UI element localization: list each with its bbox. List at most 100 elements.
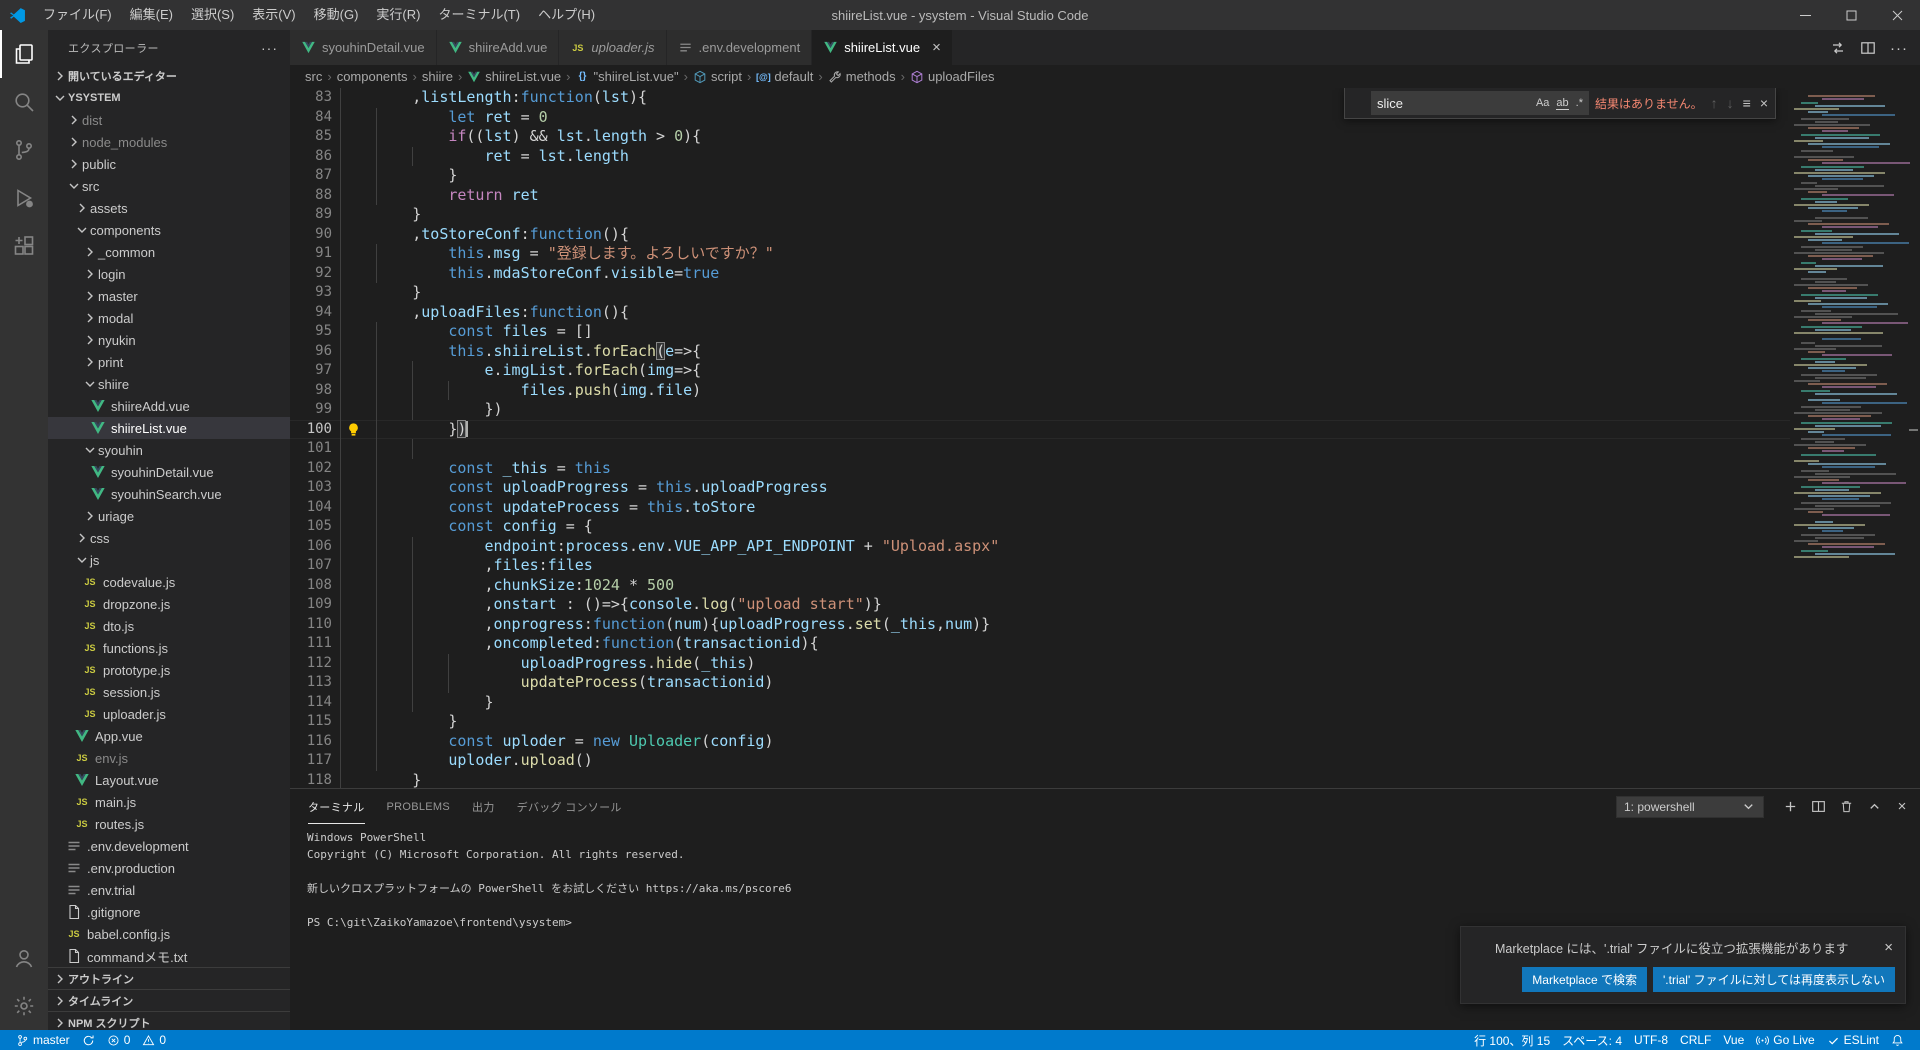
- activity-extensions[interactable]: [0, 222, 48, 270]
- code-line-114[interactable]: 114 }: [290, 693, 1790, 713]
- code-line-117[interactable]: 117 uploder.upload(): [290, 751, 1790, 771]
- tree-item[interactable]: public: [48, 153, 290, 175]
- breadcrumb-item[interactable]: [@]default: [756, 69, 813, 84]
- status-error[interactable]: 0: [101, 1030, 137, 1050]
- close-window-button[interactable]: [1874, 0, 1920, 30]
- sidebar-section-header[interactable]: アウトライン: [48, 967, 290, 989]
- status-broadcast[interactable]: Go Live: [1750, 1030, 1820, 1050]
- panel-tab-出力[interactable]: 出力: [472, 789, 495, 824]
- code-line-107[interactable]: 107 ,files:files: [290, 556, 1790, 576]
- tree-item[interactable]: JSdropzone.js: [48, 593, 290, 615]
- more-icon[interactable]: ···: [1890, 40, 1906, 56]
- notification-action-button[interactable]: Marketplace で検索: [1522, 967, 1647, 992]
- status-branch[interactable]: master: [10, 1030, 76, 1050]
- notification-close-icon[interactable]: ×: [1882, 939, 1895, 956]
- code-line-89[interactable]: 89 }: [290, 205, 1790, 225]
- code-line-97[interactable]: 97 e.imgList.forEach(img=>{: [290, 361, 1790, 381]
- code-line-116[interactable]: 116 const uploder = new Uploader(config): [290, 732, 1790, 752]
- code-line-113[interactable]: 113 updateProcess(transactionid): [290, 673, 1790, 693]
- explorer-more-actions-icon[interactable]: ···: [261, 40, 278, 56]
- tree-item[interactable]: login: [48, 263, 290, 285]
- split-editor-icon[interactable]: [1860, 40, 1876, 56]
- menubar-item[interactable]: 表示(V): [243, 0, 304, 30]
- tree-item[interactable]: App.vue: [48, 725, 290, 747]
- panel-tab-デバッグ コンソール[interactable]: デバッグ コンソール: [517, 789, 622, 824]
- code-editor[interactable]: 83 ,listLength:function(lst){84 let ret …: [290, 88, 1920, 788]
- breadcrumb-item[interactable]: uploadFiles: [910, 69, 995, 84]
- overview-ruler[interactable]: [1907, 88, 1920, 788]
- status-bell[interactable]: [1885, 1030, 1910, 1050]
- notification-action-button[interactable]: '.trial' ファイルに対しては再度表示しない: [1653, 967, 1895, 992]
- menubar-item[interactable]: 実行(R): [367, 0, 429, 30]
- tree-item[interactable]: js: [48, 549, 290, 571]
- activity-account[interactable]: [0, 934, 48, 982]
- code-line-93[interactable]: 93 }: [290, 283, 1790, 303]
- code-line-98[interactable]: 98 files.push(img.file): [290, 381, 1790, 401]
- breadcrumb-item[interactable]: script: [693, 69, 742, 84]
- tree-item[interactable]: JSdto.js: [48, 615, 290, 637]
- find-next-icon[interactable]: ↓: [1727, 95, 1734, 111]
- find-close-icon[interactable]: ×: [1760, 95, 1768, 111]
- match-case-icon[interactable]: Aa: [1536, 97, 1549, 109]
- breadcrumb-item[interactable]: {}"shiireList.vue": [576, 69, 679, 84]
- tree-item[interactable]: dist: [48, 109, 290, 131]
- code-line-88[interactable]: 88 return ret: [290, 186, 1790, 206]
- code-line-99[interactable]: 99 }): [290, 400, 1790, 420]
- tree-item[interactable]: JSenv.js: [48, 747, 290, 769]
- tab-shiireAdd.vue[interactable]: shiireAdd.vue: [437, 30, 560, 65]
- regex-icon[interactable]: .*: [1576, 97, 1583, 109]
- tree-item[interactable]: syouhinDetail.vue: [48, 461, 290, 483]
- minimap[interactable]: [1790, 88, 1907, 788]
- terminal-shell-select[interactable]: 1: powershell: [1616, 796, 1764, 818]
- compare-icon[interactable]: [1830, 40, 1846, 56]
- code-lines[interactable]: 83 ,listLength:function(lst){84 let ret …: [290, 88, 1790, 788]
- tab-shiireList.vue[interactable]: shiireList.vue×: [812, 30, 953, 65]
- code-line-106[interactable]: 106 endpoint:process.env.VUE_APP_API_END…: [290, 537, 1790, 557]
- status-行 100、列 15[interactable]: 行 100、列 15: [1468, 1030, 1556, 1050]
- status-CRLF[interactable]: CRLF: [1674, 1030, 1717, 1050]
- tree-item[interactable]: JSmain.js: [48, 791, 290, 813]
- code-line-92[interactable]: 92 this.mdaStoreConf.visible=true: [290, 264, 1790, 284]
- find-previous-icon[interactable]: ↑: [1711, 95, 1718, 111]
- menubar-item[interactable]: ヘルプ(H): [529, 0, 604, 30]
- code-line-111[interactable]: 111 ,oncompleted:function(transactionid)…: [290, 634, 1790, 654]
- tree-item[interactable]: JSprototype.js: [48, 659, 290, 681]
- tree-item[interactable]: .env.trial: [48, 879, 290, 901]
- code-line-115[interactable]: 115 }: [290, 712, 1790, 732]
- tab-syouhinDetail.vue[interactable]: syouhinDetail.vue: [290, 30, 437, 65]
- breadcrumb-item[interactable]: shiireList.vue: [467, 69, 561, 84]
- tree-item[interactable]: JScodevalue.js: [48, 571, 290, 593]
- code-line-94[interactable]: 94 ,uploadFiles:function(){: [290, 303, 1790, 323]
- status-UTF-8[interactable]: UTF-8: [1628, 1030, 1674, 1050]
- lightbulb-icon[interactable]: [346, 422, 361, 437]
- code-line-109[interactable]: 109 ,onstart : ()=>{console.log("upload …: [290, 595, 1790, 615]
- tree-item[interactable]: _common: [48, 241, 290, 263]
- tree-item[interactable]: master: [48, 285, 290, 307]
- tree-item[interactable]: .env.production: [48, 857, 290, 879]
- tab-.env.development[interactable]: .env.development: [667, 30, 813, 65]
- sidebar-section-header[interactable]: NPM スクリプト: [48, 1011, 290, 1030]
- find-in-selection-icon[interactable]: ≡: [1743, 95, 1751, 111]
- whole-word-icon[interactable]: ab: [1556, 97, 1568, 110]
- split-editor-icon[interactable]: [1810, 799, 1826, 815]
- chevron-up-icon[interactable]: [1866, 799, 1882, 815]
- tree-item[interactable]: JSsession.js: [48, 681, 290, 703]
- breadcrumb-item[interactable]: components: [337, 69, 408, 84]
- tree-item[interactable]: Layout.vue: [48, 769, 290, 791]
- code-line-100[interactable]: 100 }): [290, 420, 1790, 440]
- tree-item[interactable]: nyukin: [48, 329, 290, 351]
- tree-item[interactable]: shiireList.vue: [48, 417, 290, 439]
- code-line-86[interactable]: 86 ret = lst.length: [290, 147, 1790, 167]
- activity-settings[interactable]: [0, 982, 48, 1030]
- activity-source-control[interactable]: [0, 126, 48, 174]
- code-line-102[interactable]: 102 const _this = this: [290, 459, 1790, 479]
- tree-item[interactable]: src: [48, 175, 290, 197]
- code-line-108[interactable]: 108 ,chunkSize:1024 * 500: [290, 576, 1790, 596]
- status-warning[interactable]: 0: [136, 1030, 172, 1050]
- status-スペース: 4[interactable]: スペース: 4: [1556, 1030, 1628, 1050]
- breadcrumb-item[interactable]: methods: [828, 69, 896, 84]
- code-line-90[interactable]: 90 ,toStoreConf:function(){: [290, 225, 1790, 245]
- menubar-item[interactable]: ターミナル(T): [429, 0, 529, 30]
- code-line-103[interactable]: 103 const uploadProgress = this.uploadPr…: [290, 478, 1790, 498]
- tab-uploader.js[interactable]: JSuploader.js: [559, 30, 666, 65]
